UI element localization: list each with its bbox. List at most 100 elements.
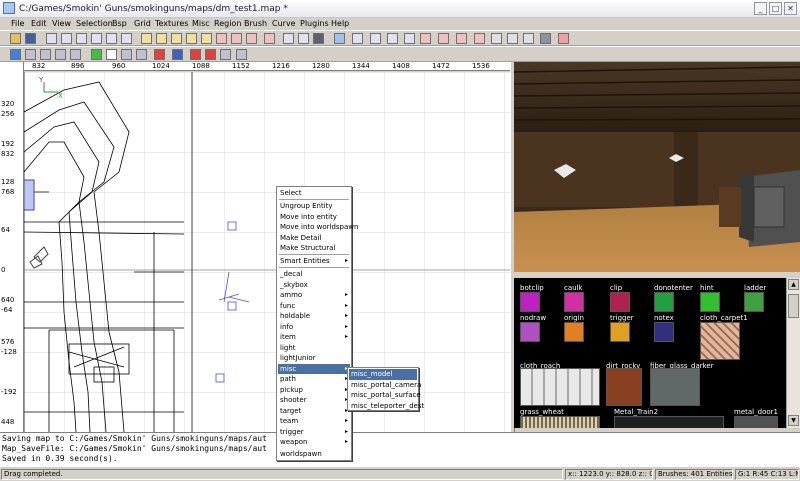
maximize-button[interactable]: □	[769, 2, 782, 15]
plugin-a-icon[interactable]	[25, 49, 36, 60]
patch-drill-icon[interactable]	[507, 33, 518, 44]
plugin-g-icon[interactable]	[121, 49, 132, 60]
menu-edit[interactable]: Edit	[31, 19, 47, 28]
menu-item-ungroup-entity[interactable]: Ungroup Entity	[278, 201, 350, 212]
menu-item-trigger[interactable]: trigger ▸	[278, 427, 350, 438]
rotate-z-icon[interactable]	[121, 33, 132, 44]
menu-item-make-detail[interactable]: Make Detail	[278, 233, 350, 244]
menu-plugins[interactable]: Plugins	[300, 19, 329, 28]
menu-item-holdable[interactable]: holdable ▸	[278, 311, 350, 322]
texture-ladder[interactable]	[744, 292, 764, 312]
size-to-fit-icon[interactable]	[156, 33, 167, 44]
menu-item-smart-entities[interactable]: Smart Entities ▸	[278, 256, 350, 267]
texture-origin[interactable]	[564, 322, 584, 342]
menu-item-item[interactable]: item ▸	[278, 332, 350, 343]
patch-weld-icon[interactable]	[491, 33, 502, 44]
flip-y-icon[interactable]	[76, 33, 87, 44]
menu-item-info[interactable]: info ▸	[278, 322, 350, 333]
grid-view-2d[interactable]: Y X	[24, 72, 514, 432]
texture-caulk[interactable]	[564, 292, 584, 312]
plugin-b-icon[interactable]	[40, 49, 51, 60]
scale-z-icon[interactable]	[404, 33, 415, 44]
texture-cloth-carpet1[interactable]	[700, 322, 740, 360]
menu-item-team[interactable]: team ▸	[278, 416, 350, 427]
menu-view[interactable]: View	[52, 19, 71, 28]
texture-metal-train2[interactable]	[614, 416, 724, 428]
menu-item-decal[interactable]: _decal	[278, 269, 350, 280]
partial-tall-icon[interactable]	[171, 33, 182, 44]
menu-item-shooter[interactable]: shooter▸	[278, 395, 350, 406]
select-touching-icon[interactable]	[201, 33, 212, 44]
texture-hint[interactable]	[700, 292, 720, 312]
menu-file[interactable]: File	[11, 19, 24, 28]
flip-z-icon[interactable]	[106, 33, 117, 44]
plugin-c-icon[interactable]	[55, 49, 66, 60]
menu-selection[interactable]: Selection	[76, 19, 113, 28]
minimize-button[interactable]: _	[754, 2, 767, 15]
patch-mode-icon[interactable]	[420, 33, 431, 44]
menu-item-func[interactable]: func ▸	[278, 301, 350, 312]
patch-delete-icon[interactable]	[474, 33, 485, 44]
menu-item-move-into-entity[interactable]: Move into entity	[278, 212, 350, 223]
texture-metal-door1[interactable]	[734, 416, 778, 428]
texture-view-icon[interactable]	[298, 33, 309, 44]
close-button[interactable]: ✕	[784, 2, 797, 15]
complete-tall-icon[interactable]	[141, 33, 152, 44]
patch-bevel-icon[interactable]	[540, 33, 551, 44]
submenu-item-misc-teleporter-dest[interactable]: misc_teleporter_dest	[349, 401, 424, 412]
scroll-thumb[interactable]	[788, 294, 799, 318]
plugin-l-icon[interactable]	[205, 49, 216, 60]
texture-fiber-glass-darker[interactable]	[650, 368, 700, 406]
menu-item-weapon[interactable]: weapon ▸	[278, 437, 350, 448]
texture-scrollbar[interactable]: ▲ ▼	[786, 278, 800, 428]
cube-clip-icon[interactable]	[334, 33, 345, 44]
submenu-item-misc-portal-camera[interactable]: misc_portal_camera	[349, 380, 421, 391]
plugin-j-icon[interactable]	[172, 49, 183, 60]
scroll-down-icon[interactable]: ▼	[788, 415, 799, 426]
free-rotation-icon[interactable]	[352, 33, 363, 44]
texture-botclip[interactable]	[520, 292, 540, 312]
plugin-n-icon[interactable]	[236, 49, 247, 60]
clipper-icon[interactable]	[264, 33, 275, 44]
scroll-up-icon[interactable]: ▲	[788, 279, 799, 290]
plugin-m-icon[interactable]	[220, 49, 231, 60]
texture-cloth-roach[interactable]	[520, 368, 600, 406]
plugin-i-icon[interactable]	[154, 49, 165, 60]
scale-y-icon[interactable]	[387, 33, 398, 44]
scale-x-icon[interactable]	[370, 33, 381, 44]
menu-item-skybox[interactable]: _skybox	[278, 280, 350, 291]
menu-item-lightjunior[interactable]: lightJunior	[278, 353, 350, 364]
texture-browser[interactable]: botclip caulk clip donotenter hint ladde…	[514, 278, 786, 428]
plugin-e-icon[interactable]	[91, 49, 102, 60]
flip-x-icon[interactable]	[46, 33, 57, 44]
menu-region[interactable]: Region	[214, 19, 241, 28]
hollow-icon[interactable]	[246, 33, 257, 44]
menu-help[interactable]: Help	[331, 19, 349, 28]
menu-curve[interactable]: Curve	[272, 19, 296, 28]
csg-merge-icon[interactable]	[231, 33, 242, 44]
texture-dirt-rocky[interactable]	[606, 368, 642, 406]
plugin-k-icon[interactable]	[190, 49, 201, 60]
menu-item-light[interactable]: light	[278, 343, 350, 354]
menu-item-select[interactable]: Select	[278, 188, 350, 199]
select-inside-icon[interactable]	[186, 33, 197, 44]
texture-nodraw[interactable]	[520, 322, 540, 342]
change-view-icon[interactable]	[283, 33, 294, 44]
menu-item-make-structural[interactable]: Make Structural	[278, 243, 350, 254]
csg-subtract-icon[interactable]	[216, 33, 227, 44]
menu-item-target[interactable]: target▸	[278, 406, 350, 417]
menu-item-move-into-worldspawn[interactable]: Move into worldspawn	[278, 222, 358, 233]
texture-notex[interactable]	[654, 322, 674, 342]
brush-primitives-icon[interactable]	[558, 33, 569, 44]
menu-item-misc[interactable]: misc▸	[278, 363, 350, 374]
texture-donotenter[interactable]	[654, 292, 674, 312]
texture-grass-wheat[interactable]	[520, 416, 600, 428]
camera-view-icon[interactable]	[313, 33, 324, 44]
menu-item-path[interactable]: path▸	[278, 374, 350, 385]
rotate-x-icon[interactable]	[61, 33, 72, 44]
menu-brush[interactable]: Brush	[244, 19, 267, 28]
plugin-f-icon[interactable]	[106, 49, 117, 60]
camera-view-3d[interactable]	[514, 62, 800, 272]
rotate-y-icon[interactable]	[91, 33, 102, 44]
patch-insert-icon[interactable]	[456, 33, 467, 44]
